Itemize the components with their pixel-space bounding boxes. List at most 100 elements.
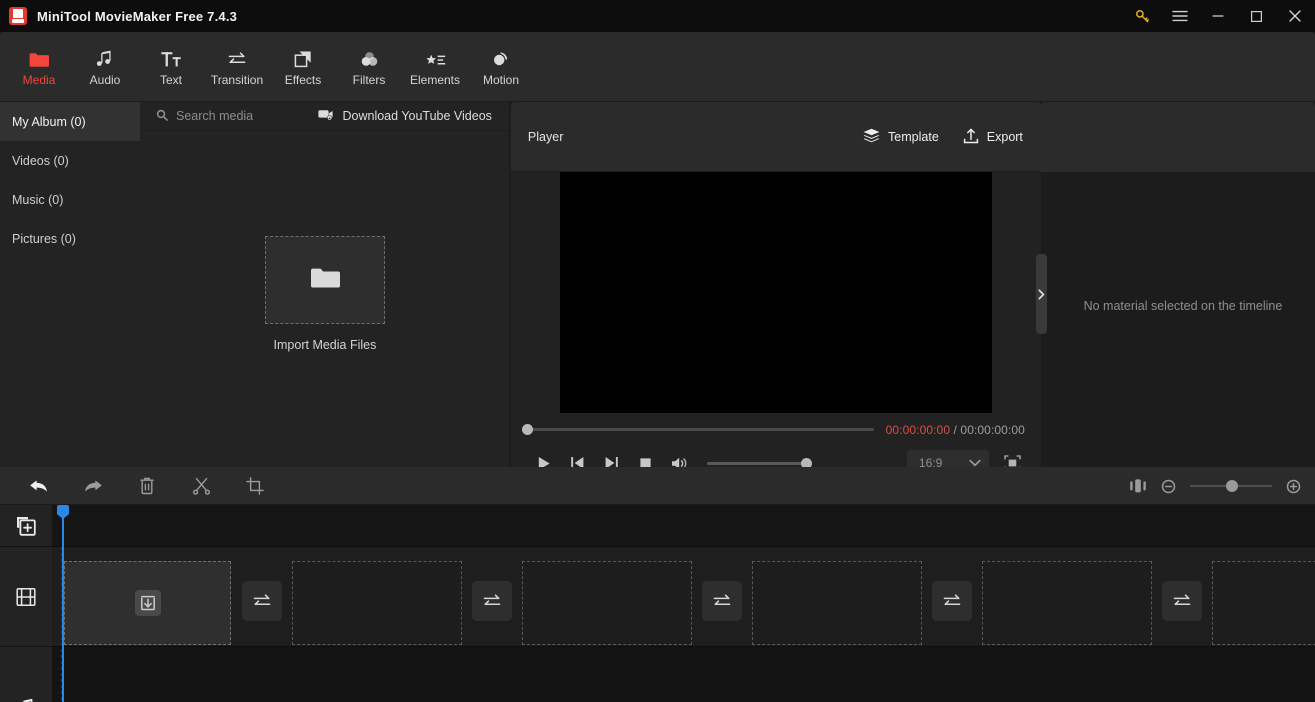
maximize-icon[interactable] (1237, 0, 1275, 32)
timeline (0, 505, 1315, 702)
nav-tab-elements[interactable]: Elements (402, 38, 468, 96)
timeline-track-rail (0, 505, 52, 702)
properties-empty-message: No material selected on the timeline (1083, 298, 1283, 313)
nav-tab-label: Media (22, 72, 56, 87)
transition-slot[interactable] (932, 581, 972, 621)
timeline-ruler[interactable] (52, 505, 1315, 547)
sidebar-item-label: Pictures (0) (12, 231, 76, 246)
playhead[interactable] (62, 505, 64, 702)
audio-track[interactable] (52, 647, 1315, 702)
timecode-display: 00:00:00:00 / 00:00:00:00 (886, 423, 1025, 437)
transition-slot[interactable] (1162, 581, 1202, 621)
transition-arrows-icon (227, 48, 247, 68)
nav-tab-audio[interactable]: Audio (72, 38, 138, 96)
redo-button[interactable] (66, 469, 120, 503)
key-icon[interactable] (1123, 0, 1161, 32)
export-button[interactable]: Export (963, 127, 1023, 147)
nav-tab-label: Text (159, 72, 182, 87)
nav-tab-transition[interactable]: Transition (204, 38, 270, 96)
zoom-in-icon[interactable] (1286, 479, 1301, 494)
sidebar-item-label: My Album (0) (12, 114, 86, 129)
undo-button[interactable] (12, 469, 66, 503)
main-nav-tabs: Media Audio Text Transition Effects Filt… (0, 32, 1315, 102)
search-input[interactable]: Search media (156, 109, 253, 124)
total-time: 00:00:00:00 (960, 422, 1025, 437)
star-list-icon (425, 48, 446, 68)
timeline-zoom-handle[interactable] (1226, 480, 1238, 492)
player-stage (510, 172, 1041, 413)
nav-tab-text[interactable]: Text (138, 38, 204, 96)
properties-panel: No material selected on the timeline (1035, 102, 1315, 467)
nav-tab-filters[interactable]: Filters (336, 38, 402, 96)
motion-circle-icon (491, 48, 511, 68)
nav-tab-label: Audio (89, 72, 121, 87)
template-label: Template (888, 130, 939, 144)
title-bar: MiniTool MovieMaker Free 7.4.3 (0, 0, 1315, 32)
hamburger-menu-icon[interactable] (1161, 0, 1199, 32)
filters-circles-icon (360, 48, 379, 68)
nav-tab-media[interactable]: Media (6, 38, 72, 96)
close-icon[interactable] (1275, 0, 1315, 32)
clip-slot[interactable] (64, 561, 231, 645)
export-upload-icon (963, 127, 979, 147)
sidebar-item-label: Videos (0) (12, 153, 69, 168)
volume-slider[interactable] (706, 457, 812, 469)
fit-to-window-icon[interactable] (1129, 478, 1147, 494)
app-window: MiniTool MovieMaker Free 7.4.3 Media Aud… (0, 0, 1315, 702)
text-icon (161, 48, 181, 68)
clip-slot[interactable] (1212, 561, 1315, 645)
import-down-icon (134, 590, 161, 616)
timeline-track-area[interactable] (52, 505, 1315, 702)
nav-tab-label: Motion (482, 72, 520, 87)
zoom-out-icon[interactable] (1161, 479, 1176, 494)
clip-slot[interactable] (982, 561, 1152, 645)
download-youtube-label: Download YouTube Videos (342, 109, 492, 123)
minimize-icon[interactable] (1199, 0, 1237, 32)
window-controls (1123, 0, 1315, 32)
video-track-icon[interactable] (0, 547, 52, 647)
transition-slot[interactable] (472, 581, 512, 621)
youtube-download-icon (318, 109, 334, 124)
clip-slot[interactable] (522, 561, 692, 645)
split-button[interactable] (174, 469, 228, 503)
seek-slider[interactable] (521, 424, 874, 435)
window-title: MiniTool MovieMaker Free 7.4.3 (37, 8, 238, 24)
clip-slot[interactable] (752, 561, 922, 645)
library-sidebar: My Album (0) Videos (0) Music (0) Pictur… (0, 102, 140, 467)
media-panel: Search media Download YouTube Videos Imp… (140, 102, 510, 467)
download-youtube-videos-button[interactable]: Download YouTube Videos (318, 109, 492, 124)
player-title: Player (527, 130, 564, 144)
transition-slot[interactable] (702, 581, 742, 621)
crop-button[interactable] (228, 469, 282, 503)
clip-slot[interactable] (292, 561, 462, 645)
sidebar-item-music[interactable]: Music (0) (0, 180, 140, 219)
timeline-zoom-slider[interactable] (1190, 480, 1272, 492)
chevron-right-icon[interactable] (1035, 254, 1047, 334)
moviemaker-logo-icon (9, 7, 27, 25)
timeline-toolbar (0, 467, 1315, 505)
sidebar-item-pictures[interactable]: Pictures (0) (0, 219, 140, 258)
delete-button[interactable] (120, 469, 174, 503)
timeline-zoom-controls (1129, 478, 1301, 494)
sidebar-item-videos[interactable]: Videos (0) (0, 141, 140, 180)
template-button[interactable]: Template (863, 128, 939, 146)
import-media-files-button[interactable] (264, 236, 385, 324)
video-preview-surface[interactable] (559, 172, 992, 413)
video-track[interactable] (52, 547, 1315, 647)
nav-tab-effects[interactable]: Effects (270, 38, 336, 96)
transition-slot[interactable] (242, 581, 282, 621)
add-media-icon[interactable] (0, 505, 52, 547)
sidebar-item-my-album[interactable]: My Album (0) (0, 102, 140, 141)
sidebar-item-label: Music (0) (12, 192, 64, 207)
nav-tab-motion[interactable]: Motion (468, 38, 534, 96)
nav-tab-label: Filters (352, 72, 386, 87)
seek-handle[interactable] (521, 424, 533, 435)
import-media-files-label: Import Media Files (273, 338, 377, 352)
current-time: 00:00:00:00 (885, 422, 951, 437)
properties-header (1040, 102, 1315, 172)
nav-tab-label: Elements (409, 72, 461, 87)
nav-tab-label: Effects (284, 72, 322, 87)
folder-icon (29, 48, 49, 68)
audio-track-icon[interactable] (0, 647, 52, 702)
timecode-separator: / (953, 422, 957, 437)
